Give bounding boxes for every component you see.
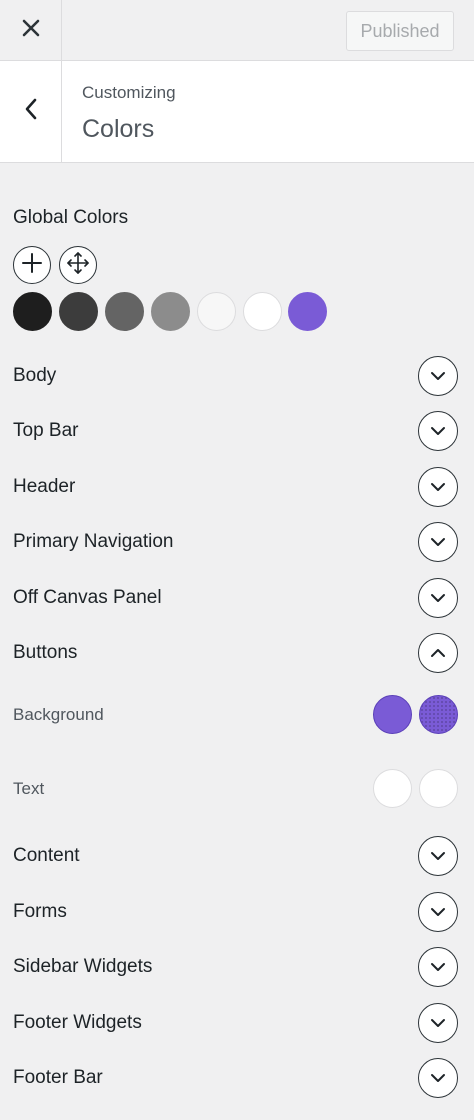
chevron-down-icon[interactable]	[418, 356, 458, 396]
close-button[interactable]	[0, 0, 62, 60]
global-color-swatch[interactable]	[13, 292, 52, 331]
plus-icon	[21, 252, 43, 279]
buttons-background-label: Background	[13, 705, 104, 724]
section-label: Top Bar	[13, 420, 79, 441]
section-top-bar[interactable]: Top Bar	[0, 407, 474, 455]
publish-button[interactable]: Published	[346, 11, 454, 51]
section-off-canvas-panel[interactable]: Off Canvas Panel	[0, 574, 474, 622]
move-icon	[66, 251, 90, 280]
chevron-down-icon[interactable]	[418, 1003, 458, 1043]
section-forms[interactable]: Forms	[0, 888, 474, 936]
buttons-text-label: Text	[13, 779, 45, 798]
buttons-background-color-swatch[interactable]	[373, 695, 412, 734]
panel-header: Customizing Colors	[0, 61, 474, 163]
section-label: Content	[13, 845, 80, 866]
section-content[interactable]: Content	[0, 832, 474, 880]
chevron-down-icon[interactable]	[418, 947, 458, 987]
breadcrumb: Customizing	[82, 83, 176, 102]
chevron-down-icon[interactable]	[418, 467, 458, 507]
global-color-swatch[interactable]	[197, 292, 236, 331]
chevron-down-icon[interactable]	[418, 411, 458, 451]
global-color-swatch[interactable]	[105, 292, 144, 331]
top-bar: Published	[0, 0, 474, 61]
chevron-down-icon[interactable]	[418, 578, 458, 618]
section-sidebar-widgets[interactable]: Sidebar Widgets	[0, 943, 474, 991]
section-label: Footer Bar	[13, 1067, 103, 1088]
section-footer-widgets[interactable]: Footer Widgets	[0, 999, 474, 1047]
add-color-button[interactable]	[13, 246, 51, 284]
section-primary-navigation[interactable]: Primary Navigation	[0, 518, 474, 566]
chevron-down-icon[interactable]	[418, 522, 458, 562]
section-buttons[interactable]: Buttons	[0, 629, 474, 677]
global-colors-title: Global Colors	[13, 207, 129, 228]
buttons-text-color-swatch[interactable]	[373, 769, 412, 808]
chevron-down-icon[interactable]	[418, 836, 458, 876]
section-label: Sidebar Widgets	[13, 956, 153, 977]
buttons-text-hover-swatch[interactable]	[419, 769, 458, 808]
global-color-swatch[interactable]	[151, 292, 190, 331]
close-icon	[22, 19, 40, 42]
section-label: Forms	[13, 901, 67, 922]
page-title: Colors	[82, 115, 155, 143]
section-footer-bar[interactable]: Footer Bar	[0, 1054, 474, 1102]
global-color-swatch[interactable]	[243, 292, 282, 331]
buttons-background-hover-swatch[interactable]	[419, 695, 458, 734]
section-body[interactable]: Body	[0, 352, 474, 400]
chevron-left-icon	[24, 98, 38, 125]
chevron-down-icon[interactable]	[418, 1058, 458, 1098]
global-color-swatch[interactable]	[59, 292, 98, 331]
reorder-colors-button[interactable]	[59, 246, 97, 284]
section-label: Footer Widgets	[13, 1012, 142, 1033]
section-label: Off Canvas Panel	[13, 587, 162, 608]
global-color-swatch[interactable]	[288, 292, 327, 331]
chevron-up-icon[interactable]	[418, 633, 458, 673]
chevron-down-icon[interactable]	[418, 892, 458, 932]
back-button[interactable]	[0, 61, 62, 162]
section-label: Buttons	[13, 642, 78, 663]
section-label: Header	[13, 476, 76, 497]
section-label: Primary Navigation	[13, 531, 174, 552]
section-label: Body	[13, 365, 57, 386]
section-header[interactable]: Header	[0, 463, 474, 511]
